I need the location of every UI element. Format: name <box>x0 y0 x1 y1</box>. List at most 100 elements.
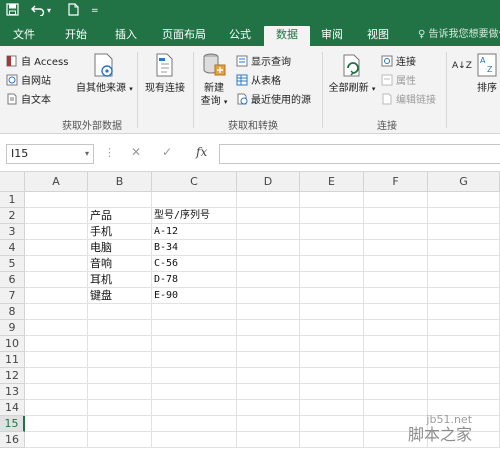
select-all-corner[interactable] <box>0 172 25 192</box>
cell-g6[interactable] <box>428 272 500 288</box>
sort-ascending-button[interactable]: A↓Z <box>452 58 472 74</box>
cell-g4[interactable] <box>428 240 500 256</box>
cell-d11[interactable] <box>237 352 300 368</box>
from-web-button[interactable]: 自网站 <box>6 74 51 90</box>
cell-d4[interactable] <box>237 240 300 256</box>
undo-icon[interactable] <box>31 3 45 19</box>
cell-d8[interactable] <box>237 304 300 320</box>
cell-c10[interactable] <box>152 336 237 352</box>
cell-c8[interactable] <box>152 304 237 320</box>
cell-f10[interactable] <box>364 336 428 352</box>
cell-g12[interactable] <box>428 368 500 384</box>
cell-b4[interactable]: 电脑 <box>88 240 152 256</box>
cell-b15[interactable] <box>88 416 152 432</box>
properties-button[interactable]: 属性 <box>381 74 416 90</box>
cell-b9[interactable] <box>88 320 152 336</box>
cell-a7[interactable] <box>25 288 88 304</box>
row-header-4[interactable]: 4 <box>0 240 25 256</box>
refresh-all-button[interactable]: 全部刷新 ▾ <box>326 52 378 96</box>
cell-d7[interactable] <box>237 288 300 304</box>
cell-a8[interactable] <box>25 304 88 320</box>
column-header-a[interactable]: A <box>25 172 88 192</box>
cell-b12[interactable] <box>88 368 152 384</box>
row-header-1[interactable]: 1 <box>0 192 25 208</box>
cell-a9[interactable] <box>25 320 88 336</box>
cell-f9[interactable] <box>364 320 428 336</box>
cell-g13[interactable] <box>428 384 500 400</box>
cell-f7[interactable] <box>364 288 428 304</box>
cell-b13[interactable] <box>88 384 152 400</box>
cell-c1[interactable] <box>152 192 237 208</box>
cell-d6[interactable] <box>237 272 300 288</box>
cell-a14[interactable] <box>25 400 88 416</box>
tab-review[interactable]: 审阅 <box>312 26 352 46</box>
cell-e9[interactable] <box>300 320 364 336</box>
cell-g5[interactable] <box>428 256 500 272</box>
recent-sources-button[interactable]: 最近使用的源 <box>236 93 311 109</box>
cell-c16[interactable] <box>152 432 237 448</box>
cell-e7[interactable] <box>300 288 364 304</box>
cell-e10[interactable] <box>300 336 364 352</box>
cell-e6[interactable] <box>300 272 364 288</box>
tab-formulas[interactable]: 公式 <box>220 26 260 46</box>
cell-f3[interactable] <box>364 224 428 240</box>
from-other-sources-button[interactable]: 自其他来源 ▾ <box>76 52 133 96</box>
cell-c14[interactable] <box>152 400 237 416</box>
cell-b6[interactable]: 耳机 <box>88 272 152 288</box>
cell-a5[interactable] <box>25 256 88 272</box>
cell-b11[interactable] <box>88 352 152 368</box>
row-header-2[interactable]: 2 <box>0 208 25 224</box>
column-header-b[interactable]: B <box>88 172 152 192</box>
cell-e2[interactable] <box>300 208 364 224</box>
show-queries-button[interactable]: 显示查询 <box>236 55 291 71</box>
tab-home[interactable]: 开始 <box>52 26 100 46</box>
cell-c4[interactable]: B-34 <box>152 240 237 256</box>
cell-c11[interactable] <box>152 352 237 368</box>
cell-f1[interactable] <box>364 192 428 208</box>
chevron-down-icon[interactable]: ▾ <box>85 145 89 163</box>
connections-button[interactable]: 连接 <box>381 55 416 71</box>
more-icon[interactable]: ⋮ <box>104 146 115 159</box>
cell-g7[interactable] <box>428 288 500 304</box>
cell-g2[interactable] <box>428 208 500 224</box>
cell-f12[interactable] <box>364 368 428 384</box>
cell-c15[interactable] <box>152 416 237 432</box>
cell-b5[interactable]: 音响 <box>88 256 152 272</box>
cell-d3[interactable] <box>237 224 300 240</box>
cell-b14[interactable] <box>88 400 152 416</box>
cell-e12[interactable] <box>300 368 364 384</box>
column-header-f[interactable]: F <box>364 172 428 192</box>
column-header-e[interactable]: E <box>300 172 364 192</box>
cell-b1[interactable] <box>88 192 152 208</box>
cell-a12[interactable] <box>25 368 88 384</box>
column-header-d[interactable]: D <box>237 172 300 192</box>
cell-d10[interactable] <box>237 336 300 352</box>
cell-c7[interactable]: E-90 <box>152 288 237 304</box>
row-header-9[interactable]: 9 <box>0 320 25 336</box>
cell-c3[interactable]: A-12 <box>152 224 237 240</box>
save-icon[interactable] <box>6 3 19 19</box>
cell-f4[interactable] <box>364 240 428 256</box>
cell-d9[interactable] <box>237 320 300 336</box>
sort-button[interactable]: AZ 排序 <box>474 52 500 95</box>
cell-e4[interactable] <box>300 240 364 256</box>
cell-d2[interactable] <box>237 208 300 224</box>
column-header-c[interactable]: C <box>152 172 237 192</box>
cell-d13[interactable] <box>237 384 300 400</box>
insert-function-icon[interactable]: fx <box>196 145 207 159</box>
row-header-3[interactable]: 3 <box>0 224 25 240</box>
cell-a13[interactable] <box>25 384 88 400</box>
cell-g1[interactable] <box>428 192 500 208</box>
row-header-15[interactable]: 15 <box>0 416 25 432</box>
cell-a11[interactable] <box>25 352 88 368</box>
cell-d12[interactable] <box>237 368 300 384</box>
cell-d15[interactable] <box>237 416 300 432</box>
undo-dropdown-icon[interactable]: ▾ <box>47 3 51 19</box>
cell-f6[interactable] <box>364 272 428 288</box>
name-box[interactable]: I15 ▾ <box>6 144 94 164</box>
row-header-8[interactable]: 8 <box>0 304 25 320</box>
cell-a6[interactable] <box>25 272 88 288</box>
cell-e1[interactable] <box>300 192 364 208</box>
row-header-7[interactable]: 7 <box>0 288 25 304</box>
new-file-icon[interactable] <box>68 3 79 19</box>
